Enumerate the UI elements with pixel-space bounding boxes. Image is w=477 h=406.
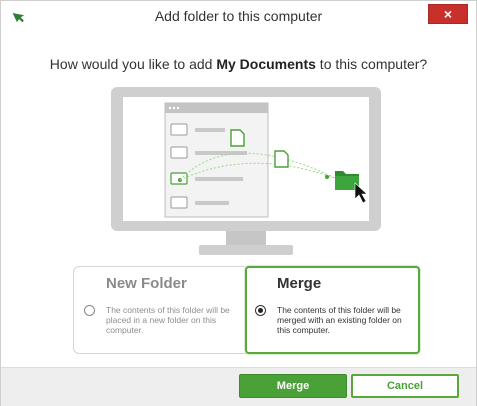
option-merge-description: The contents of this folder will be merg… [277, 305, 402, 335]
close-button[interactable]: × [428, 4, 468, 24]
dialog-footer: Merge Cancel [1, 367, 476, 406]
option-new-folder-description: The contents of this folder will be plac… [106, 305, 230, 335]
question-prefix: How would you like to add [49, 56, 217, 72]
merge-options: New Folder The contents of this folder w… [73, 266, 420, 354]
folder-name: My Documents [216, 56, 316, 72]
monitor-neck [226, 231, 266, 247]
question-suffix: to this computer? [315, 56, 428, 72]
option-merge[interactable]: Merge The contents of this folder will b… [245, 266, 420, 354]
monitor-stand [199, 245, 293, 255]
cancel-button[interactable]: Cancel [351, 374, 459, 398]
explorer-titlebar [165, 103, 268, 113]
window-title: Add folder to this computer [154, 8, 323, 24]
folder-row-2 [170, 146, 188, 159]
prompt-question: How would you like to add My Documents t… [1, 56, 476, 72]
merge-button[interactable]: Merge [239, 374, 347, 398]
dialog-window: Add folder to this computer × How would … [0, 0, 477, 406]
document-icon-2 [274, 150, 289, 168]
folder-row-1 [170, 123, 188, 136]
radio-selected-dot [258, 308, 263, 313]
folder-row-4 [170, 196, 188, 209]
title-bar: Add folder to this computer × [1, 1, 476, 31]
radio-new-folder[interactable] [84, 305, 95, 316]
option-new-folder-title: New Folder [106, 275, 187, 292]
document-icon-1 [230, 129, 245, 147]
radio-merge[interactable] [255, 305, 266, 316]
merge-illustration [111, 87, 381, 255]
option-new-folder[interactable]: New Folder The contents of this folder w… [73, 266, 247, 354]
option-merge-title: Merge [277, 275, 322, 292]
